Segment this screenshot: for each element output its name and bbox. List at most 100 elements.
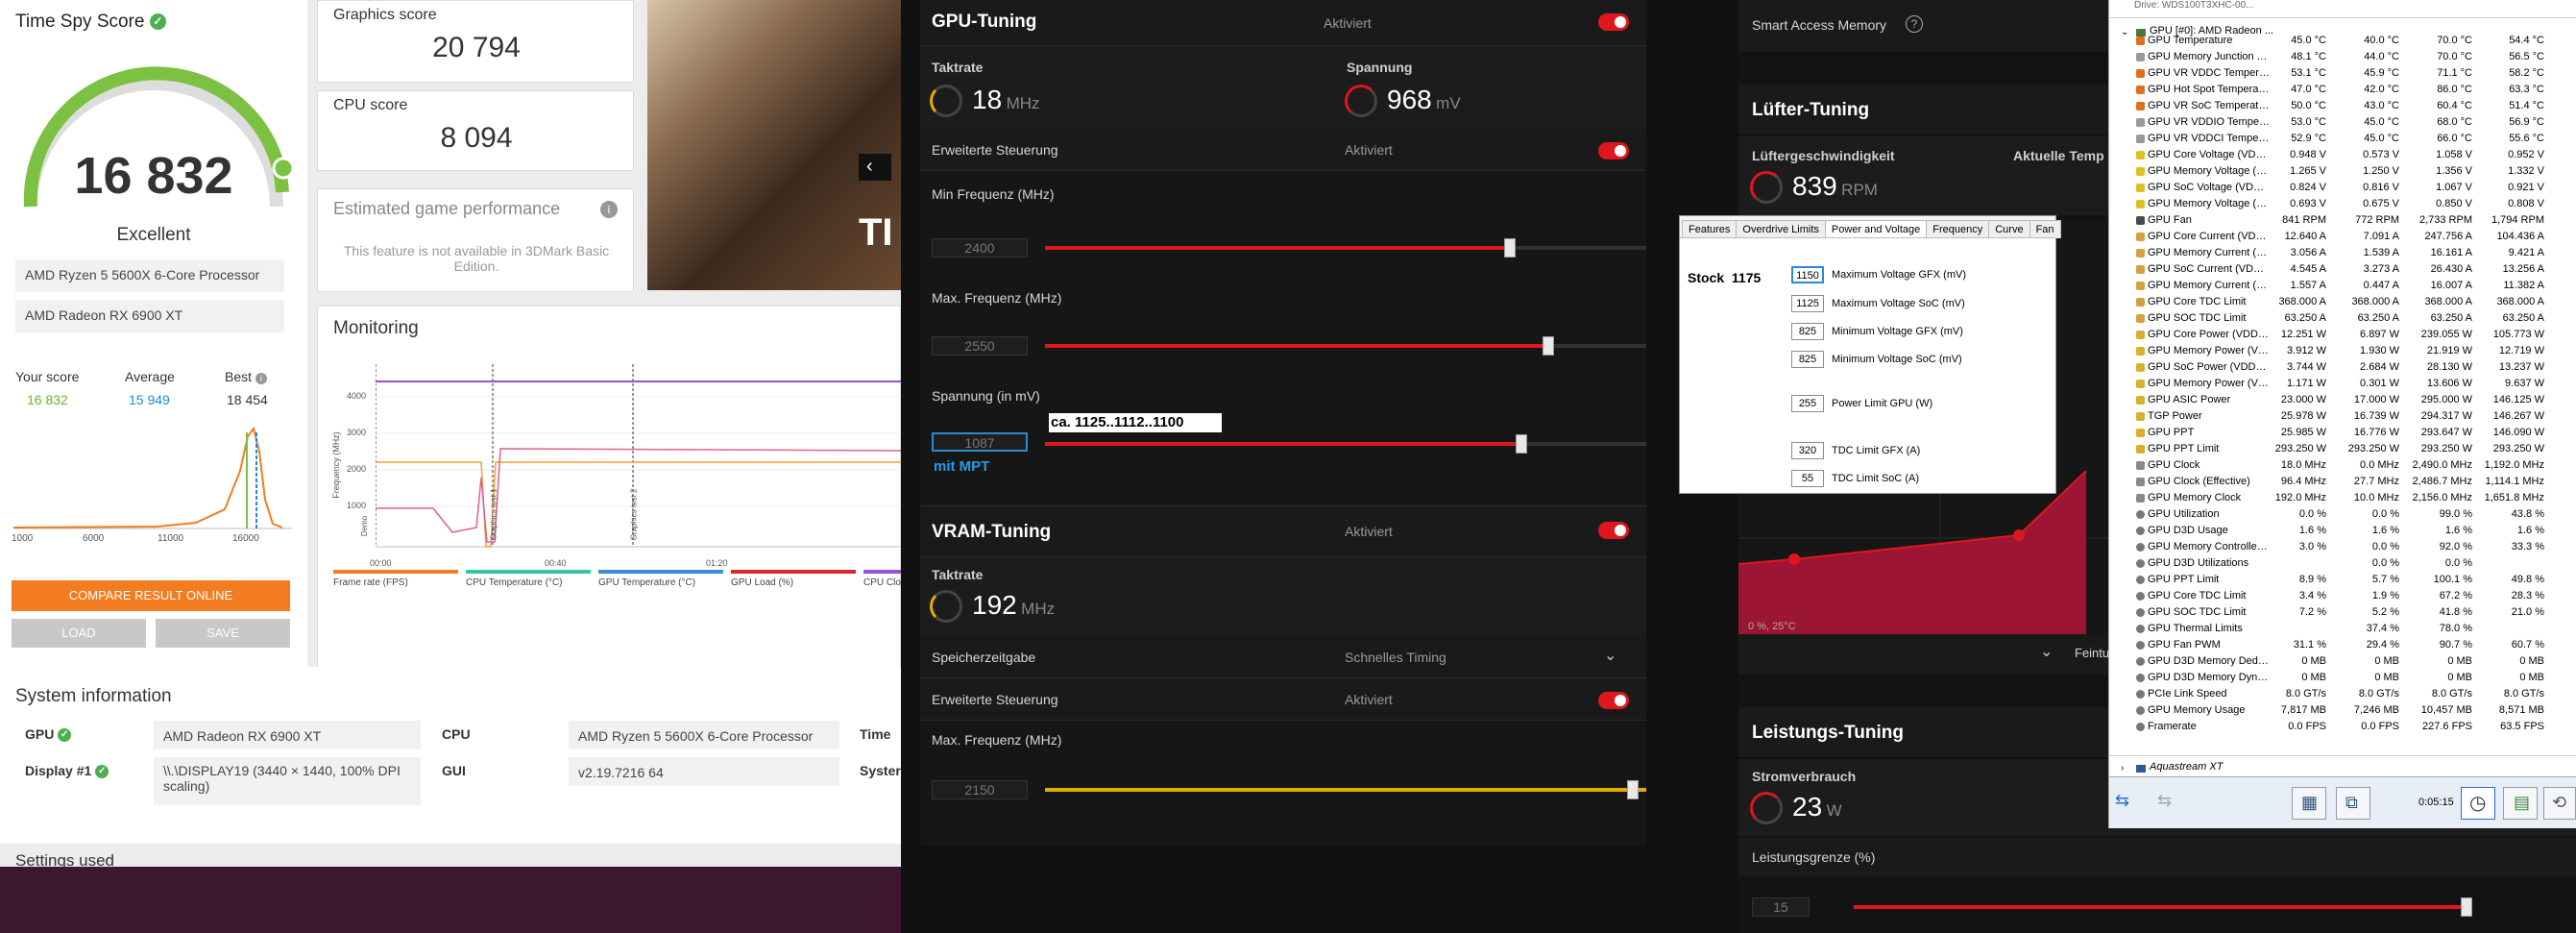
tab-curve[interactable]: Curve	[1988, 220, 2030, 238]
tab-power-and-voltage[interactable]: Power and Voltage	[1824, 220, 1928, 238]
add-report-button[interactable]: ▤	[2503, 787, 2538, 820]
info-icon[interactable]: i	[255, 373, 267, 384]
sensor-row[interactable]: GPU PPT 25.985 W 16.776 W 293.647 W 146.090 …	[2109, 425, 2576, 441]
sensor-row[interactable]: GPU Thermal Limits 37.4 % 78.0 %	[2109, 621, 2576, 637]
chevron-down-icon[interactable]: ⌄	[1604, 646, 1616, 665]
info-icon[interactable]: i	[600, 201, 618, 218]
sensor-row[interactable]: GPU Memory Power (VDD... 1.171 W 0.301 W 13…	[2109, 376, 2576, 392]
vram-advanced-toggle[interactable]	[1598, 692, 1629, 709]
sensor-row[interactable]: GPU VR VDDCI Temperat... 52.9 °C 45.0 °C 66…	[2109, 131, 2576, 147]
reset-button[interactable]: ⟲	[2543, 787, 2576, 820]
sensor-row[interactable]: GPU Memory Voltage (VD... 0.693 V 0.675 V 0…	[2109, 196, 2576, 212]
sensor-row[interactable]: GPU SoC Current (VDDC... 4.545 A 3.273 A 26…	[2109, 261, 2576, 278]
tab-fan[interactable]: Fan	[2029, 220, 2061, 238]
sensor-row[interactable]: GPU VR VDDC Temperature 53.1 °C 45.9 °C 71.…	[2109, 65, 2576, 82]
tab-overdrive-limits[interactable]: Overdrive Limits	[1736, 220, 1826, 238]
save-button[interactable]: SAVE	[156, 619, 290, 648]
sensor-row[interactable]: GPU Core Current (VDDC... 12.640 A 7.091 A…	[2109, 229, 2576, 245]
tdc-limit-gfx-input[interactable]: 320	[1791, 442, 1824, 459]
sensor-row[interactable]: TGP Power 25.978 W 16.739 W 294.317 W 146.26…	[2109, 408, 2576, 425]
min-freq-slider-thumb[interactable]	[1504, 238, 1516, 258]
sensor-row[interactable]: GPU Core TDC Limit 368.000 A 368.000 A 368.…	[2109, 294, 2576, 310]
sensor-row[interactable]: GPU PPT Limit 8.9 % 5.7 % 100.1 % 49.8 %	[2109, 572, 2576, 588]
sensor-row[interactable]: GPU Utilization 0.0 % 0.0 % 99.0 % 43.8 %	[2109, 506, 2576, 523]
sensor-row[interactable]: GPU Core Power (VDDCR... 12.251 W 6.897 W 2…	[2109, 327, 2576, 343]
sensor-row[interactable]: GPU SoC Power (VDDCR... 3.744 W 2.684 W 28.…	[2109, 359, 2576, 376]
sensor-row[interactable]: GPU Memory Usage 7,817 MB 7,246 MB 10,457 M…	[2109, 702, 2576, 719]
min-voltage-gfx-input[interactable]: 825	[1791, 323, 1824, 340]
sensor-row[interactable]: GPU Fan 841 RPM 772 RPM 2,733 RPM 1,794 RPM	[2109, 212, 2576, 229]
voltage-input[interactable]: 1087	[932, 432, 1028, 452]
banner-arrow[interactable]: ‹	[859, 154, 891, 181]
max-freq-slider[interactable]	[1045, 344, 1646, 348]
vram-max-freq-input[interactable]: 2150	[932, 780, 1028, 799]
sensor-row[interactable]: GPU VR VDDIO Temperat... 53.0 °C 45.0 °C 68…	[2109, 114, 2576, 131]
aquastream-header[interactable]: Aquastream XT	[2150, 761, 2223, 773]
gpu-tuning-toggle[interactable]	[1598, 13, 1629, 31]
sensor-row[interactable]: GPU VR SoC Temperature 50.0 °C 43.0 °C 60.4…	[2109, 98, 2576, 114]
nav-arrows-collapse-icon[interactable]: ⇆	[2157, 791, 2196, 812]
vram-max-freq-slider[interactable]	[1045, 788, 1646, 792]
legend-item[interactable]: CPU Temperature (°C)	[466, 570, 591, 588]
clock-icon[interactable]: ◷	[2461, 787, 2495, 820]
power-limit-gpu-input[interactable]: 255	[1791, 395, 1824, 412]
sensor-row[interactable]: GPU SOC TDC Limit 63.250 A 63.250 A 63.250 …	[2109, 310, 2576, 327]
nav-arrows-icon[interactable]: ⇆	[2115, 791, 2153, 812]
min-freq-slider[interactable]	[1045, 246, 1646, 250]
voltage-slider[interactable]	[1045, 442, 1646, 446]
sensor-row[interactable]: GPU Memory Junction Te... 48.1 °C 44.0 °C 7…	[2109, 49, 2576, 65]
sensor-settings-button[interactable]: ▦	[2292, 787, 2326, 820]
expand-icon[interactable]: ›	[2121, 763, 2124, 773]
sensor-row[interactable]: GPU Core TDC Limit 3.4 % 1.9 % 67.2 % 28.3 %	[2109, 588, 2576, 604]
power-limit-slider[interactable]	[1854, 905, 2468, 909]
legend-item[interactable]: CPU Clo	[863, 570, 901, 588]
sensor-row[interactable]: GPU Clock (Effective) 96.4 MHz 27.7 MHz 2,4…	[2109, 474, 2576, 490]
sensor-row[interactable]: GPU Memory Clock 192.0 MHz 10.0 MHz 2,156.0…	[2109, 490, 2576, 506]
compare-online-button[interactable]: COMPARE RESULT ONLINE	[12, 580, 290, 611]
max-freq-input[interactable]: 2550	[932, 336, 1028, 356]
tab-frequency[interactable]: Frequency	[1926, 220, 1990, 238]
sensor-row[interactable]: Framerate 0.0 FPS 0.0 FPS 227.6 FPS 63.5 FPS	[2109, 719, 2576, 735]
tab-features[interactable]: Features	[1682, 220, 1738, 238]
sensor-row[interactable]: GPU D3D Memory Dynamic 0 MB 0 MB 0 MB 0 MB	[2109, 670, 2576, 686]
min-freq-input[interactable]: 2400	[932, 238, 1028, 258]
sensor-row[interactable]: GPU Memory Power (VDD... 3.912 W 1.930 W 21…	[2109, 343, 2576, 359]
network-button[interactable]: ⧉	[2336, 787, 2370, 820]
memory-timing-select[interactable]: Schnelles Timing	[1345, 650, 1446, 665]
max-voltage-soc-input[interactable]: 1125	[1791, 295, 1824, 312]
max-voltage-gfx-input[interactable]: 1150	[1791, 266, 1824, 283]
voltage-slider-thumb[interactable]	[1516, 434, 1527, 454]
sensor-value: 13.237 W	[2498, 361, 2544, 373]
advanced-control-toggle[interactable]	[1598, 142, 1629, 160]
max-freq-slider-thumb[interactable]	[1543, 336, 1554, 356]
sensor-row[interactable]: GPU SOC TDC Limit 7.2 % 5.2 % 41.8 % 21.0 %	[2109, 604, 2576, 621]
chevron-down-icon[interactable]: ⌄	[2040, 642, 2053, 661]
sensor-row[interactable]: GPU D3D Utilizations 0.0 % 0.0 %	[2109, 555, 2576, 572]
sensor-row[interactable]: GPU Core Voltage (VDDC... 0.948 V 0.573 V 1…	[2109, 147, 2576, 163]
sensor-row[interactable]: GPU Fan PWM 31.1 % 29.4 % 90.7 % 60.7 %	[2109, 637, 2576, 653]
sensor-row[interactable]: GPU Memory Current (VD... 1.557 A 0.447 A 1…	[2109, 278, 2576, 294]
legend-item[interactable]: Frame rate (FPS)	[333, 570, 458, 588]
sensor-row[interactable]: GPU D3D Memory Dedica... 0 MB 0 MB 0 MB 0 MB	[2109, 653, 2576, 670]
legend-item[interactable]: GPU Load (%)	[731, 570, 856, 588]
sensor-row[interactable]: GPU Memory Voltage (VD... 1.265 V 1.250 V 1…	[2109, 163, 2576, 180]
vram-max-freq-slider-thumb[interactable]	[1627, 780, 1639, 799]
sensor-row[interactable]: GPU ASIC Power 23.000 W 17.000 W 295.000 W 1…	[2109, 392, 2576, 408]
sensor-row[interactable]: GPU Memory Current (VD... 3.056 A 1.539 A 1…	[2109, 245, 2576, 261]
help-icon[interactable]: ?	[1906, 15, 1923, 33]
load-button[interactable]: LOAD	[12, 619, 146, 648]
legend-item[interactable]: GPU Temperature (°C)	[598, 570, 723, 588]
sensor-row[interactable]: GPU Temperature 45.0 °C 40.0 °C 70.0 °C 54.4…	[2109, 33, 2576, 49]
vram-tuning-toggle[interactable]	[1598, 522, 1629, 539]
sensor-row[interactable]: PCIe Link Speed 8.0 GT/s 8.0 GT/s 8.0 GT/s 8…	[2109, 686, 2576, 702]
sensor-row[interactable]: GPU Clock 18.0 MHz 0.0 MHz 2,490.0 MHz 1,192…	[2109, 457, 2576, 474]
sensor-row[interactable]: GPU SoC Voltage (VDDC... 0.824 V 0.816 V 1.…	[2109, 180, 2576, 196]
sensor-row[interactable]: GPU D3D Usage 1.6 % 1.6 % 1.6 % 1.6 %	[2109, 523, 2576, 539]
tdc-limit-soc-input[interactable]: 55	[1791, 470, 1824, 487]
min-voltage-soc-input[interactable]: 825	[1791, 351, 1824, 368]
power-limit-slider-thumb[interactable]	[2461, 897, 2472, 917]
power-limit-input[interactable]: 15	[1752, 897, 1810, 917]
sensor-row[interactable]: GPU PPT Limit 293.250 W 293.250 W 293.250 W…	[2109, 441, 2576, 457]
sensor-row[interactable]: GPU Hot Spot Temperature 47.0 °C 42.0 °C 86…	[2109, 82, 2576, 98]
sensor-row[interactable]: GPU Memory Controller U... 3.0 % 0.0 % 92.0…	[2109, 539, 2576, 555]
